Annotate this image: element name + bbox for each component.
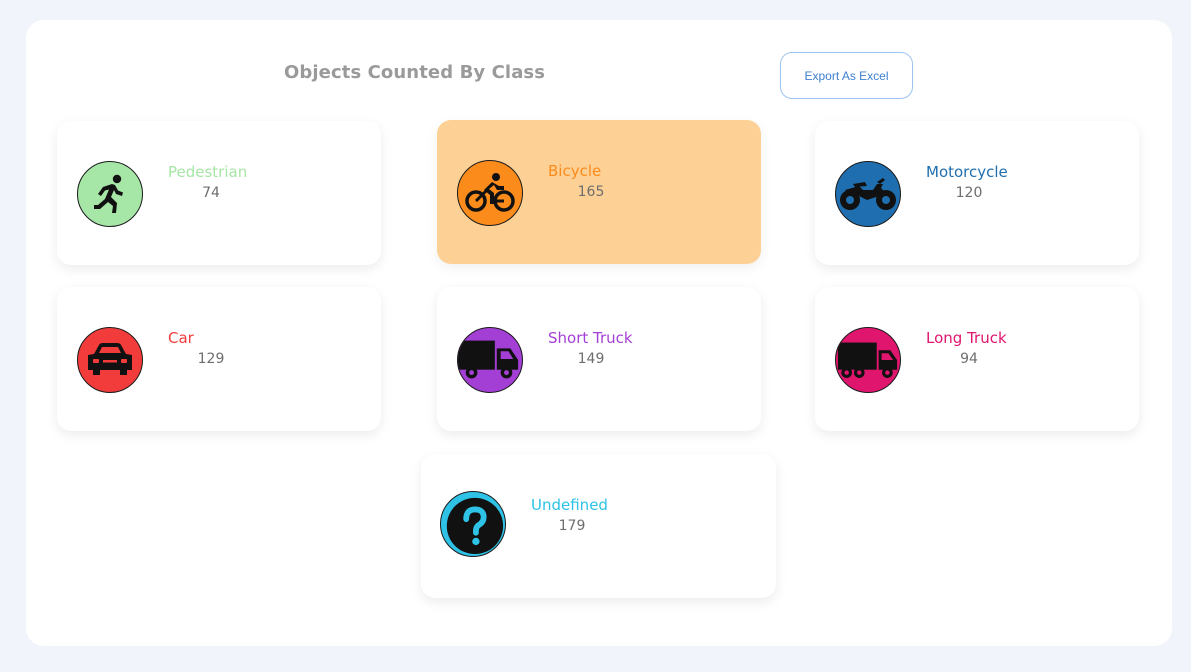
class-count: 74 xyxy=(202,185,220,201)
pedestrian-icon xyxy=(77,161,143,227)
long-truck-icon xyxy=(835,327,901,393)
class-card-long-truck[interactable]: Long Truck 94 xyxy=(815,287,1139,431)
class-count: 129 xyxy=(197,351,225,367)
class-label: Undefined xyxy=(531,496,608,514)
class-label: Bicycle xyxy=(548,162,602,180)
class-label: Pedestrian xyxy=(168,163,248,181)
car-icon xyxy=(77,327,143,393)
class-card-car[interactable]: Car 129 xyxy=(57,287,381,431)
motorcycle-icon xyxy=(835,161,901,227)
class-count: 165 xyxy=(577,184,605,200)
class-card-motorcycle[interactable]: Motorcycle 120 xyxy=(815,121,1139,265)
export-excel-button[interactable]: Export As Excel xyxy=(780,52,913,99)
class-count: 120 xyxy=(955,185,983,201)
bicycle-icon xyxy=(457,160,523,226)
class-label: Short Truck xyxy=(548,329,633,347)
class-label: Car xyxy=(168,329,194,347)
class-count: 94 xyxy=(960,351,978,367)
class-card-bicycle[interactable]: Bicycle 165 xyxy=(437,120,761,264)
question-icon xyxy=(440,491,506,557)
page-title: Objects Counted By Class xyxy=(284,62,546,83)
class-count: 179 xyxy=(558,518,586,534)
class-label: Long Truck xyxy=(926,329,1007,347)
class-card-undefined[interactable]: Undefined 179 xyxy=(421,454,776,598)
class-label: Motorcycle xyxy=(926,163,1008,181)
class-card-pedestrian[interactable]: Pedestrian 74 xyxy=(57,121,381,265)
class-card-short-truck[interactable]: Short Truck 149 xyxy=(437,287,761,431)
short-truck-icon xyxy=(457,327,523,393)
class-count: 149 xyxy=(577,351,605,367)
